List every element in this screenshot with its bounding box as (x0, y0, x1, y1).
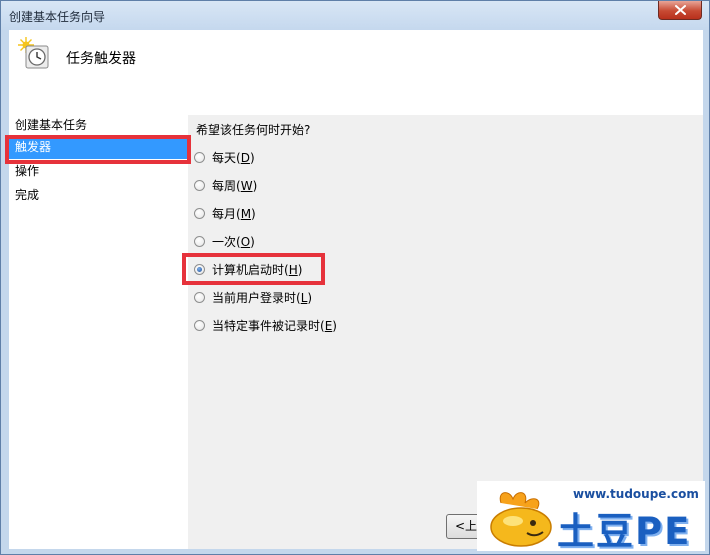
radio-at-logon-label: 当前用户登录时(L) (212, 290, 313, 305)
title-bar[interactable]: 创建基本任务向导 (1, 1, 709, 30)
radio-once-button[interactable] (194, 235, 205, 247)
step-create-basic-task[interactable]: 创建基本任务 (9, 115, 188, 137)
radio-weekly-button[interactable] (194, 179, 205, 191)
radio-at-startup-button[interactable] (194, 263, 205, 275)
radio-daily-button[interactable] (194, 151, 205, 163)
clock-icon (18, 37, 49, 69)
watermark: www.tudoupe.com 土豆PE (477, 481, 705, 551)
page-title: 任务触发器 (66, 51, 136, 67)
radio-on-event-label: 当特定事件被记录时(E) (212, 318, 337, 333)
radio-once[interactable]: 一次(O) (194, 232, 255, 250)
window-title: 创建基本任务向导 (9, 10, 106, 24)
step-finish[interactable]: 完成 (9, 185, 188, 207)
wizard-window: 创建基本任务向导 任务触发器 创建基本任务 触发器 操作 完成 希望该任务何时开… (0, 0, 710, 555)
close-button[interactable] (658, 1, 702, 20)
radio-daily-label: 每天(D) (212, 150, 255, 165)
radio-monthly[interactable]: 每月(M) (194, 204, 256, 222)
radio-daily[interactable]: 每天(D) (194, 148, 255, 166)
step-action[interactable]: 操作 (9, 161, 188, 183)
radio-monthly-label: 每月(M) (212, 206, 256, 221)
radio-weekly[interactable]: 每周(W) (194, 176, 257, 194)
radio-at-startup-label: 计算机启动时(H) (212, 262, 303, 277)
radio-on-event-button[interactable] (194, 319, 205, 331)
radio-monthly-button[interactable] (194, 207, 205, 219)
radio-at-logon[interactable]: 当前用户登录时(L) (194, 288, 312, 306)
potato-mascot-icon (490, 492, 552, 547)
watermark-brand: 土豆PE (557, 510, 692, 551)
radio-weekly-label: 每周(W) (212, 178, 258, 193)
radio-at-startup[interactable]: 计算机启动时(H) (194, 260, 302, 278)
watermark-url: www.tudoupe.com (573, 487, 699, 501)
trigger-question: 希望该任务何时开始? (196, 123, 311, 137)
close-icon (675, 5, 686, 15)
radio-at-logon-button[interactable] (194, 291, 205, 303)
radio-on-event[interactable]: 当特定事件被记录时(E) (194, 316, 337, 334)
step-trigger[interactable]: 触发器 (9, 137, 188, 159)
steps-pane: 创建基本任务 触发器 操作 完成 (9, 115, 188, 549)
wizard-header: 任务触发器 (9, 30, 703, 115)
radio-once-label: 一次(O) (212, 234, 255, 249)
